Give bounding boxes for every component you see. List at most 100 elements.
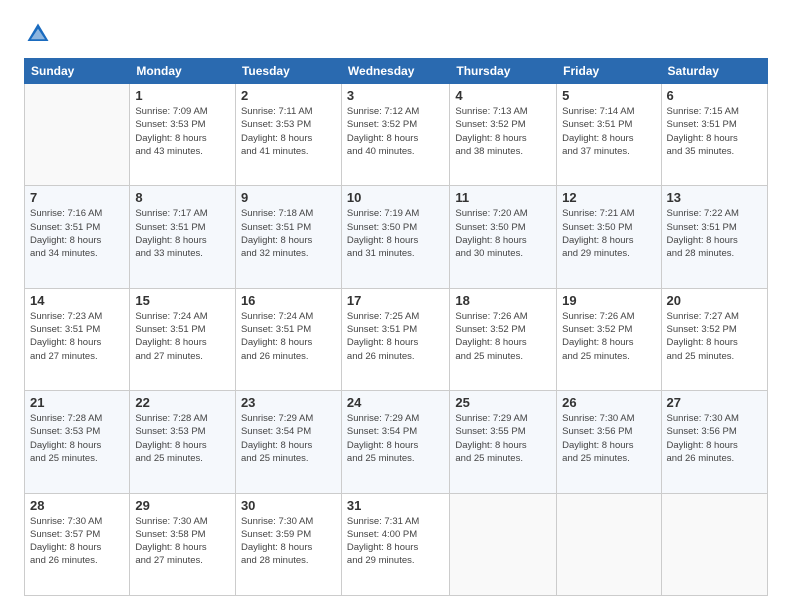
calendar-cell (450, 493, 557, 595)
day-number: 12 (562, 190, 655, 205)
calendar-cell: 11 Sunrise: 7:20 AM Sunset: 3:50 PM Dayli… (450, 186, 557, 288)
calendar-cell: 13 Sunrise: 7:22 AM Sunset: 3:51 PM Dayli… (661, 186, 767, 288)
day-number: 9 (241, 190, 336, 205)
calendar-cell: 22Sunrise: 7:28 AM Sunset: 3:53 PM Dayli… (130, 391, 236, 493)
calendar-cell: 2Sunrise: 7:11 AM Sunset: 3:53 PM Daylig… (235, 84, 341, 186)
col-header-monday: Monday (130, 59, 236, 84)
day-number: 8 (135, 190, 230, 205)
day-info: Sunrise: 7:29 AM Sunset: 3:54 PM Dayligh… (241, 412, 336, 465)
calendar-cell: 18 Sunrise: 7:26 AM Sunset: 3:52 PM Dayli… (450, 288, 557, 390)
day-number: 5 (562, 88, 655, 103)
day-info: Sunrise: 7:16 AM Sunset: 3:51 PM Dayligh… (30, 207, 124, 260)
calendar-cell: 20 Sunrise: 7:27 AM Sunset: 3:52 PM Dayli… (661, 288, 767, 390)
day-info: Sunrise: 7:30 AM Sunset: 3:56 PM Dayligh… (562, 412, 655, 465)
day-info: Sunrise: 7:22 AM Sunset: 3:51 PM Dayligh… (667, 207, 762, 260)
day-number: 18 (455, 293, 551, 308)
page: SundayMondayTuesdayWednesdayThursdayFrid… (0, 0, 792, 612)
day-number: 7 (30, 190, 124, 205)
day-number: 15 (135, 293, 230, 308)
day-info: Sunrise: 7:11 AM Sunset: 3:53 PM Dayligh… (241, 105, 336, 158)
calendar-cell: 8 Sunrise: 7:17 AM Sunset: 3:51 PM Daylig… (130, 186, 236, 288)
calendar-cell: 31 Sunrise: 7:31 AM Sunset: 4:00 PM Dayli… (341, 493, 449, 595)
day-number: 1 (135, 88, 230, 103)
day-number: 14 (30, 293, 124, 308)
calendar-cell (661, 493, 767, 595)
day-number: 30 (241, 498, 336, 513)
calendar-cell: 26 Sunrise: 7:30 AM Sunset: 3:56 PM Dayli… (557, 391, 661, 493)
calendar-cell: 24Sunrise: 7:29 AM Sunset: 3:54 PM Dayli… (341, 391, 449, 493)
calendar-week-4: 21 Sunrise: 7:28 AM Sunset: 3:53 PM Dayli… (25, 391, 768, 493)
day-info: Sunrise: 7:14 AM Sunset: 3:51 PM Dayligh… (562, 105, 655, 158)
day-info: Sunrise: 7:28 AM Sunset: 3:53 PM Dayligh… (30, 412, 124, 465)
day-number: 11 (455, 190, 551, 205)
calendar-cell (557, 493, 661, 595)
calendar-cell: 29Sunrise: 7:30 AM Sunset: 3:58 PM Dayli… (130, 493, 236, 595)
calendar-week-3: 14 Sunrise: 7:23 AM Sunset: 3:51 PM Dayli… (25, 288, 768, 390)
calendar-cell: 25 Sunrise: 7:29 AM Sunset: 3:55 PM Dayli… (450, 391, 557, 493)
day-number: 25 (455, 395, 551, 410)
calendar-cell: 23 Sunrise: 7:29 AM Sunset: 3:54 PM Dayli… (235, 391, 341, 493)
calendar-cell: 16 Sunrise: 7:24 AM Sunset: 3:51 PM Dayli… (235, 288, 341, 390)
calendar-cell: 4 Sunrise: 7:13 AM Sunset: 3:52 PM Daylig… (450, 84, 557, 186)
col-header-friday: Friday (557, 59, 661, 84)
calendar-week-2: 7 Sunrise: 7:16 AM Sunset: 3:51 PM Daylig… (25, 186, 768, 288)
day-info: Sunrise: 7:30 AM Sunset: 3:56 PM Dayligh… (667, 412, 762, 465)
day-number: 13 (667, 190, 762, 205)
day-number: 10 (347, 190, 444, 205)
day-number: 17 (347, 293, 444, 308)
day-number: 6 (667, 88, 762, 103)
day-number: 3 (347, 88, 444, 103)
calendar-cell: 3 Sunrise: 7:12 AM Sunset: 3:52 PM Daylig… (341, 84, 449, 186)
day-info: Sunrise: 7:20 AM Sunset: 3:50 PM Dayligh… (455, 207, 551, 260)
day-info: Sunrise: 7:15 AM Sunset: 3:51 PM Dayligh… (667, 105, 762, 158)
day-info: Sunrise: 7:31 AM Sunset: 4:00 PM Dayligh… (347, 515, 444, 568)
day-number: 16 (241, 293, 336, 308)
calendar-cell: 1 Sunrise: 7:09 AM Sunset: 3:53 PM Daylig… (130, 84, 236, 186)
day-info: Sunrise: 7:26 AM Sunset: 3:52 PM Dayligh… (455, 310, 551, 363)
day-info: Sunrise: 7:17 AM Sunset: 3:51 PM Dayligh… (135, 207, 230, 260)
calendar-cell: 17 Sunrise: 7:25 AM Sunset: 3:51 PM Dayli… (341, 288, 449, 390)
day-info: Sunrise: 7:12 AM Sunset: 3:52 PM Dayligh… (347, 105, 444, 158)
calendar-header-row: SundayMondayTuesdayWednesdayThursdayFrid… (25, 59, 768, 84)
day-info: Sunrise: 7:19 AM Sunset: 3:50 PM Dayligh… (347, 207, 444, 260)
day-info: Sunrise: 7:28 AM Sunset: 3:53 PM Dayligh… (135, 412, 230, 465)
day-number: 4 (455, 88, 551, 103)
calendar-cell: 14 Sunrise: 7:23 AM Sunset: 3:51 PM Dayli… (25, 288, 130, 390)
calendar-cell: 30Sunrise: 7:30 AM Sunset: 3:59 PM Dayli… (235, 493, 341, 595)
day-info: Sunrise: 7:09 AM Sunset: 3:53 PM Dayligh… (135, 105, 230, 158)
calendar-cell: 15 Sunrise: 7:24 AM Sunset: 3:51 PM Dayli… (130, 288, 236, 390)
header (24, 20, 768, 48)
day-number: 23 (241, 395, 336, 410)
day-info: Sunrise: 7:25 AM Sunset: 3:51 PM Dayligh… (347, 310, 444, 363)
day-number: 29 (135, 498, 230, 513)
calendar-cell: 27Sunrise: 7:30 AM Sunset: 3:56 PM Dayli… (661, 391, 767, 493)
calendar-cell: 21 Sunrise: 7:28 AM Sunset: 3:53 PM Dayli… (25, 391, 130, 493)
calendar-cell: 10 Sunrise: 7:19 AM Sunset: 3:50 PM Dayli… (341, 186, 449, 288)
calendar-cell: 7 Sunrise: 7:16 AM Sunset: 3:51 PM Daylig… (25, 186, 130, 288)
calendar-cell: 9Sunrise: 7:18 AM Sunset: 3:51 PM Daylig… (235, 186, 341, 288)
calendar-cell: 5 Sunrise: 7:14 AM Sunset: 3:51 PM Daylig… (557, 84, 661, 186)
day-info: Sunrise: 7:24 AM Sunset: 3:51 PM Dayligh… (135, 310, 230, 363)
calendar-table: SundayMondayTuesdayWednesdayThursdayFrid… (24, 58, 768, 596)
day-info: Sunrise: 7:23 AM Sunset: 3:51 PM Dayligh… (30, 310, 124, 363)
calendar-week-1: 1 Sunrise: 7:09 AM Sunset: 3:53 PM Daylig… (25, 84, 768, 186)
calendar-cell: 28Sunrise: 7:30 AM Sunset: 3:57 PM Dayli… (25, 493, 130, 595)
day-number: 21 (30, 395, 124, 410)
day-number: 31 (347, 498, 444, 513)
calendar-cell (25, 84, 130, 186)
calendar-cell: 6 Sunrise: 7:15 AM Sunset: 3:51 PM Daylig… (661, 84, 767, 186)
day-number: 20 (667, 293, 762, 308)
calendar-cell: 12Sunrise: 7:21 AM Sunset: 3:50 PM Dayli… (557, 186, 661, 288)
col-header-saturday: Saturday (661, 59, 767, 84)
calendar-cell: 19Sunrise: 7:26 AM Sunset: 3:52 PM Dayli… (557, 288, 661, 390)
logo-icon (24, 20, 52, 48)
day-info: Sunrise: 7:29 AM Sunset: 3:55 PM Dayligh… (455, 412, 551, 465)
day-info: Sunrise: 7:30 AM Sunset: 3:57 PM Dayligh… (30, 515, 124, 568)
day-info: Sunrise: 7:24 AM Sunset: 3:51 PM Dayligh… (241, 310, 336, 363)
day-info: Sunrise: 7:27 AM Sunset: 3:52 PM Dayligh… (667, 310, 762, 363)
logo (24, 20, 56, 48)
day-info: Sunrise: 7:26 AM Sunset: 3:52 PM Dayligh… (562, 310, 655, 363)
day-number: 26 (562, 395, 655, 410)
col-header-wednesday: Wednesday (341, 59, 449, 84)
day-info: Sunrise: 7:13 AM Sunset: 3:52 PM Dayligh… (455, 105, 551, 158)
